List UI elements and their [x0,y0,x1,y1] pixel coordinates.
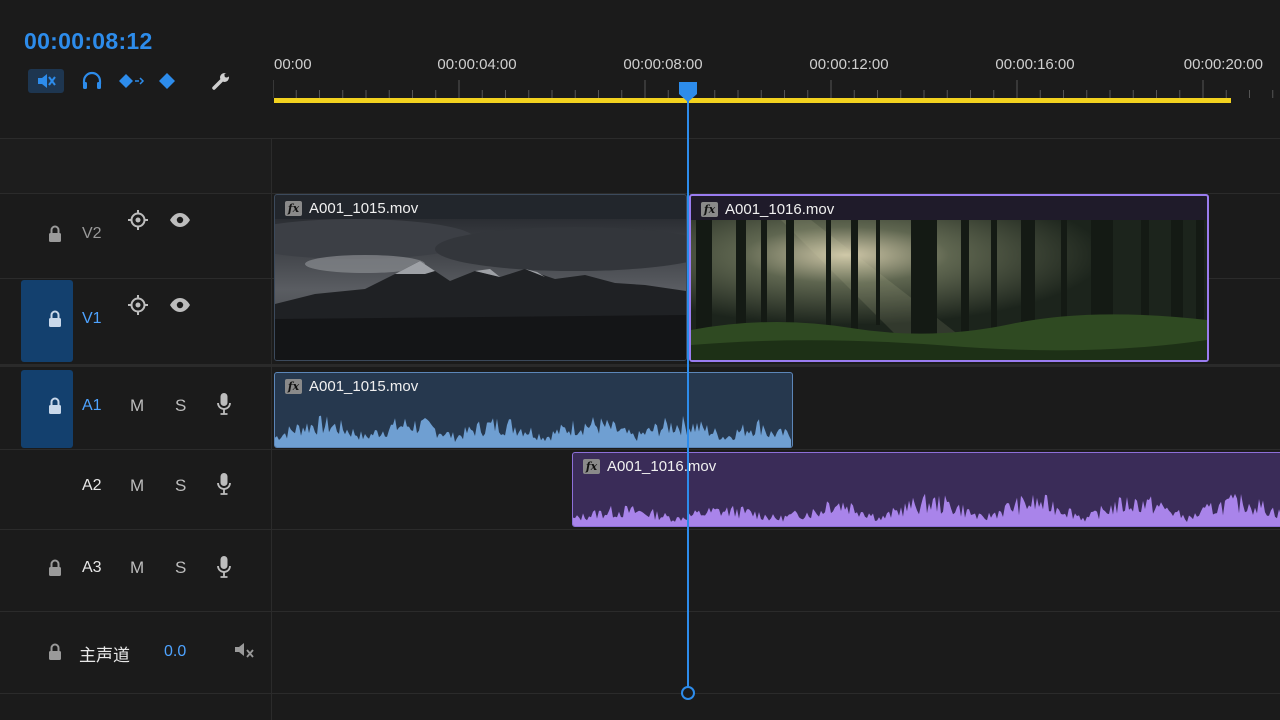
divider [0,364,1280,367]
wrench-icon [212,73,229,90]
clip-name: A001_1015.mov [309,200,419,217]
ruler-label: 00:00:08:00 [623,56,703,73]
track-name-master: 主声道 [79,646,130,665]
settings-wrench-button[interactable] [209,70,233,92]
divider [0,138,1280,139]
waveform-shape [573,493,1280,526]
fx-badge: fx [701,202,718,217]
ruler-label: 00:00:12:00 [809,56,889,73]
ruler-label: 00:00:16:00 [995,56,1075,73]
lock-icon [49,225,61,242]
work-area-bar[interactable] [274,98,1231,103]
playhead-line[interactable] [687,98,689,690]
video-clip[interactable]: fx A001_1015.mov [274,194,687,361]
track-visibility-v1[interactable] [169,297,191,318]
divider [271,138,272,720]
master-volume-value[interactable]: 0.0 [164,643,186,661]
audio-waveform [275,415,791,447]
lock-icon [49,643,61,660]
record-button-a2[interactable] [217,473,231,500]
keyframe-navigate-button[interactable] [116,70,146,92]
track-header-spacer [0,138,271,194]
solo-button-a2[interactable]: S [175,476,186,496]
track-name-v2[interactable]: V2 [82,225,102,243]
mute-button-a3[interactable]: M [130,558,144,578]
microphone-icon [217,556,231,578]
snap-toggle-button[interactable] [28,69,64,93]
speaker-muted-icon [38,74,56,88]
clip-name: A001_1015.mov [309,378,419,395]
playhead-end-handle[interactable] [681,686,695,700]
eye-icon [170,298,190,312]
keyframe-nav-icon [119,74,145,88]
track-lock-master[interactable] [47,642,63,660]
divider [0,693,1280,694]
record-button-a3[interactable] [217,556,231,583]
track-lock-a3[interactable] [47,558,63,576]
audio-clip[interactable]: fx A001_1015.mov [274,372,793,448]
target-icon [128,295,148,315]
clip-thumbnail-forest [691,220,1207,360]
track-name-a1[interactable]: A1 [82,397,102,415]
solo-button-a3[interactable]: S [175,558,186,578]
clip-thumbnail-mountains [275,219,686,360]
headphones-icon [82,71,102,89]
microphone-icon [217,393,231,415]
fx-badge: fx [285,201,302,216]
keyframe-icon [159,73,175,89]
track-lock-v1[interactable] [47,309,63,327]
playhead-handle-icon[interactable] [679,82,697,102]
track-target-v1[interactable] [128,295,148,320]
fx-badge: fx [285,379,302,394]
track-name-a3[interactable]: A3 [82,559,102,577]
ruler-label: 00:00:04:00 [437,56,517,73]
clip-name: A001_1016.mov [607,458,717,475]
track-name-a2[interactable]: A2 [82,477,102,495]
ruler-label: 00:00:20:00 [1183,56,1263,73]
track-target-v2[interactable] [128,210,148,235]
track-lock-v2[interactable] [47,224,63,242]
solo-button-a1[interactable]: S [175,396,186,416]
target-icon [128,210,148,230]
record-button-a1[interactable] [217,393,231,420]
lock-icon [49,559,61,576]
master-mute-button[interactable] [233,642,255,665]
waveform-shape [275,415,791,447]
divider [0,449,1280,450]
clip-header: fx A001_1016.mov [583,458,716,475]
add-keyframe-button[interactable] [155,70,179,92]
mute-button-a2[interactable]: M [130,476,144,496]
fx-badge: fx [583,459,600,474]
lock-icon [49,310,61,327]
lock-icon [49,397,61,414]
divider [0,611,1280,612]
divider [0,529,1280,530]
headphones-button[interactable] [80,70,104,92]
clip-header: fx A001_1016.mov [701,201,834,218]
track-lock-a1[interactable] [47,396,63,414]
audio-clip-selected[interactable]: fx A001_1016.mov [572,452,1280,527]
speaker-muted-icon [235,643,254,658]
track-visibility-v2[interactable] [169,212,191,233]
ruler-label: 00:00 [274,56,312,73]
clip-header: fx A001_1015.mov [285,378,418,395]
audio-waveform [573,493,1280,526]
clip-header: fx A001_1015.mov [285,200,418,217]
eye-icon [170,213,190,227]
microphone-icon [217,473,231,495]
video-clip-selected[interactable]: fx A001_1016.mov [689,194,1209,362]
track-name-v1[interactable]: V1 [82,310,102,328]
playhead-timecode[interactable]: 00:00:08:12 [24,28,153,55]
mute-button-a1[interactable]: M [130,396,144,416]
clip-name: A001_1016.mov [725,201,835,218]
